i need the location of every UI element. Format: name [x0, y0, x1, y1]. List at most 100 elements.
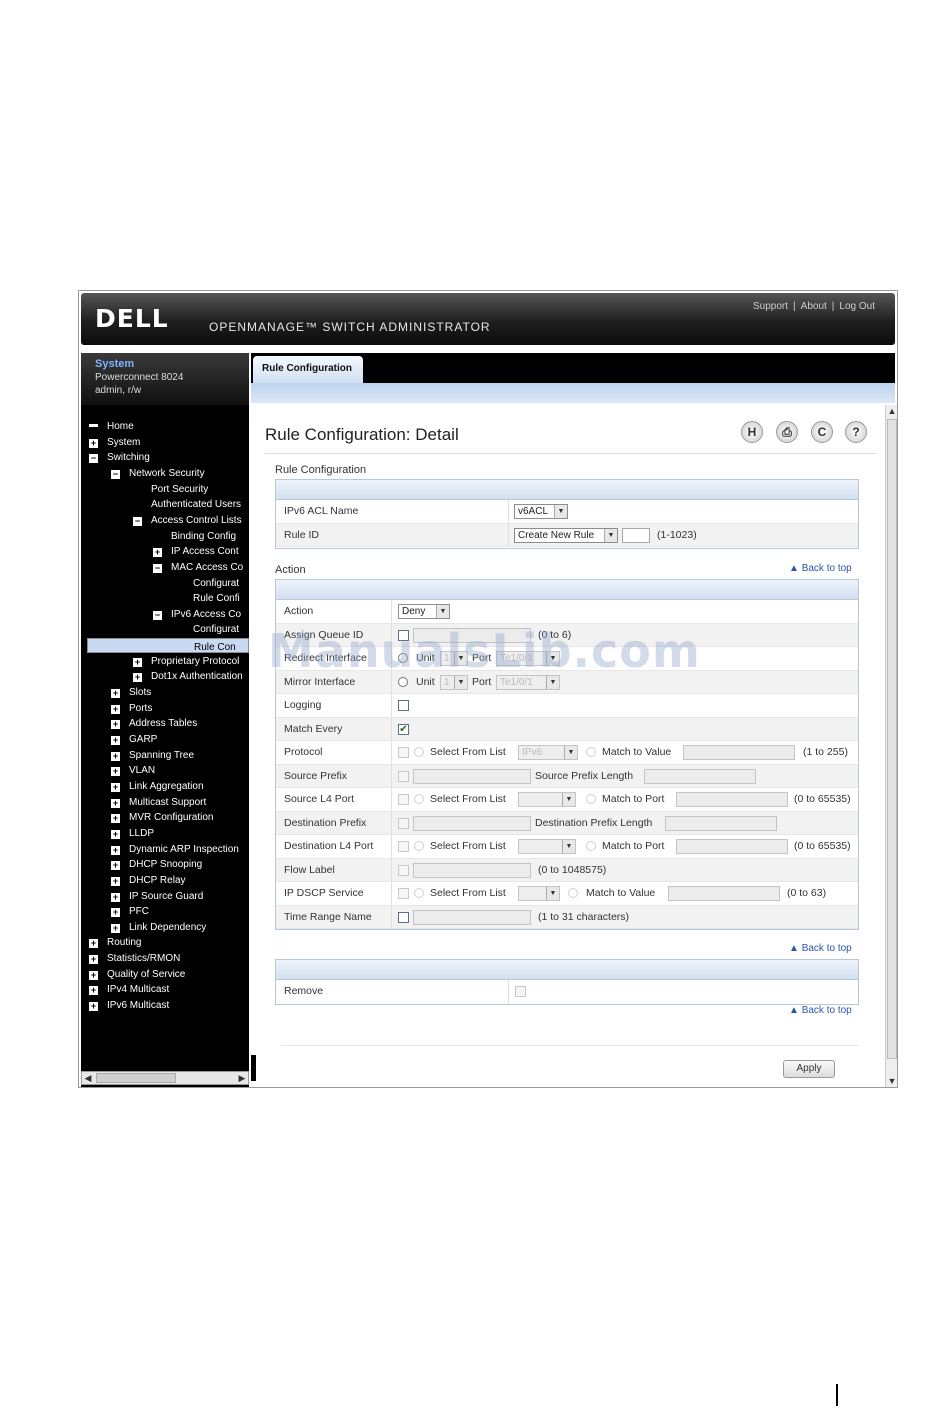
sidebar-hscroll[interactable]: ◀ ▶: [81, 1071, 249, 1085]
nav-item[interactable]: Configurat: [175, 622, 239, 637]
flow-label-input[interactable]: [413, 862, 531, 878]
save-icon[interactable]: H: [741, 421, 763, 443]
time-range-checkbox[interactable]: [398, 911, 409, 923]
nav-item[interactable]: + Dynamic ARP Inspection: [111, 842, 239, 857]
scroll-right-arrow[interactable]: ▶: [236, 1072, 248, 1084]
nav-item[interactable]: + Routing: [89, 935, 141, 950]
expand-icon[interactable]: +: [111, 923, 120, 933]
expand-icon[interactable]: +: [89, 438, 98, 448]
rule-id-select[interactable]: Create New Rule ▼: [514, 527, 618, 543]
expand-icon[interactable]: +: [89, 970, 98, 980]
nav-item[interactable]: + Quality of Service: [89, 967, 185, 982]
ip-dscp-select[interactable]: ▼: [518, 886, 560, 901]
acl-name-select[interactable]: v6ACL ▼: [514, 504, 568, 519]
protocol-list-radio[interactable]: [414, 747, 424, 757]
match-every-checkbox[interactable]: ✔: [398, 723, 409, 735]
nav-item[interactable]: + Link Dependency: [111, 920, 206, 935]
nav-item[interactable]: + IPv6 Multicast: [89, 998, 169, 1013]
expand-icon[interactable]: +: [111, 861, 120, 871]
source-prefix-length-input[interactable]: [644, 768, 756, 784]
destination-l4-list-radio[interactable]: [414, 841, 424, 851]
ip-dscp-checkbox[interactable]: [398, 888, 409, 899]
protocol-select[interactable]: IPv6 ▼: [518, 745, 578, 760]
expand-icon[interactable]: +: [111, 704, 120, 714]
expand-icon[interactable]: +: [111, 876, 120, 886]
nav-item[interactable]: + GARP: [111, 732, 157, 747]
nav-item[interactable]: + Link Aggregation: [111, 779, 204, 794]
scroll-down-arrow[interactable]: ▼: [886, 1075, 897, 1087]
expand-icon[interactable]: +: [111, 751, 120, 761]
refresh-icon[interactable]: C: [811, 421, 833, 443]
nav-item[interactable]: − Switching: [89, 450, 150, 465]
back-to-top-link[interactable]: ▲ Back to top: [789, 1005, 852, 1016]
support-link[interactable]: Support: [753, 301, 788, 312]
expand-icon[interactable]: +: [111, 782, 120, 792]
logging-checkbox[interactable]: [398, 700, 409, 711]
destination-l4-port-radio[interactable]: [586, 841, 596, 851]
nav-item[interactable]: + PFC: [111, 904, 149, 919]
expand-icon[interactable]: +: [111, 908, 120, 918]
nav-item[interactable]: + IP Source Guard: [111, 889, 203, 904]
back-to-top-link[interactable]: ▲ Back to top: [789, 943, 852, 954]
source-l4-port-input[interactable]: [676, 792, 788, 807]
collapse-icon[interactable]: −: [133, 516, 142, 526]
expand-icon[interactable]: +: [111, 767, 120, 777]
flow-label-checkbox[interactable]: [398, 864, 409, 876]
nav-item[interactable]: Home: [89, 419, 134, 434]
ip-dscp-value-input[interactable]: [668, 886, 780, 901]
source-prefix-checkbox[interactable]: [398, 770, 409, 782]
nav-item[interactable]: + Multicast Support: [111, 795, 206, 810]
nav-item[interactable]: + Dot1x Authentication: [133, 669, 243, 684]
nav-item[interactable]: Binding Config: [153, 529, 236, 544]
nav-item[interactable]: + Address Tables: [111, 716, 197, 731]
nav-item[interactable]: Rule Confi: [175, 591, 240, 606]
content-vscroll[interactable]: ▲ ▼: [885, 405, 897, 1087]
expand-icon[interactable]: +: [133, 657, 142, 667]
nav-item[interactable]: − IPv6 Access Co: [153, 607, 241, 622]
expand-icon[interactable]: +: [89, 986, 98, 996]
nav-item[interactable]: Configurat: [175, 576, 239, 591]
ip-dscp-list-radio[interactable]: [414, 888, 424, 898]
destination-l4-checkbox[interactable]: [398, 841, 409, 852]
mirror-radio[interactable]: [398, 676, 408, 687]
nav-item[interactable]: Authenticated Users: [133, 497, 241, 512]
scroll-thumb[interactable]: [887, 419, 897, 1059]
action-select[interactable]: Deny ▼: [398, 604, 450, 619]
destination-l4-select[interactable]: ▼: [518, 839, 576, 854]
expand-icon[interactable]: +: [111, 798, 120, 808]
source-l4-select[interactable]: ▼: [518, 792, 576, 807]
nav-item[interactable]: + Proprietary Protocol: [133, 654, 239, 669]
nav-item[interactable]: + VLAN: [111, 763, 155, 778]
nav-item[interactable]: − MAC Access Co: [153, 560, 243, 575]
expand-icon[interactable]: +: [133, 673, 142, 683]
system-title[interactable]: System: [95, 358, 249, 371]
collapse-icon[interactable]: −: [111, 469, 120, 479]
nav-item[interactable]: + DHCP Snooping: [111, 857, 202, 872]
nav-item[interactable]: + IP Access Cont: [153, 544, 239, 559]
back-to-top-link[interactable]: ▲ Back to top: [789, 563, 852, 574]
protocol-value-input[interactable]: [683, 745, 795, 760]
nav-item[interactable]: + LLDP: [111, 826, 154, 841]
destination-prefix-length-input[interactable]: [665, 815, 777, 831]
expand-icon[interactable]: +: [111, 736, 120, 745]
expand-icon[interactable]: +: [111, 845, 120, 855]
expand-icon[interactable]: +: [111, 689, 120, 699]
expand-icon[interactable]: +: [111, 892, 120, 902]
scroll-left-arrow[interactable]: ◀: [82, 1072, 94, 1084]
time-range-input[interactable]: [413, 909, 531, 925]
nav-item[interactable]: + System: [89, 435, 140, 450]
nav-item[interactable]: + Statistics/RMON: [89, 951, 180, 966]
collapse-icon[interactable]: −: [89, 454, 98, 464]
apply-button[interactable]: Apply: [783, 1060, 835, 1078]
rule-id-input[interactable]: [622, 527, 650, 543]
nav-item[interactable]: + IPv4 Multicast: [89, 982, 169, 997]
nav-item[interactable]: + Spanning Tree: [111, 748, 194, 763]
collapse-icon[interactable]: −: [153, 610, 162, 620]
destination-l4-port-input[interactable]: [676, 839, 788, 854]
nav-item[interactable]: + MVR Configuration: [111, 810, 213, 825]
nav-item[interactable]: Rule Con: [87, 638, 249, 654]
destination-prefix-checkbox[interactable]: [398, 817, 409, 829]
expand-icon[interactable]: +: [89, 955, 98, 965]
nav-item[interactable]: + Ports: [111, 701, 152, 716]
source-l4-checkbox[interactable]: [398, 794, 409, 805]
